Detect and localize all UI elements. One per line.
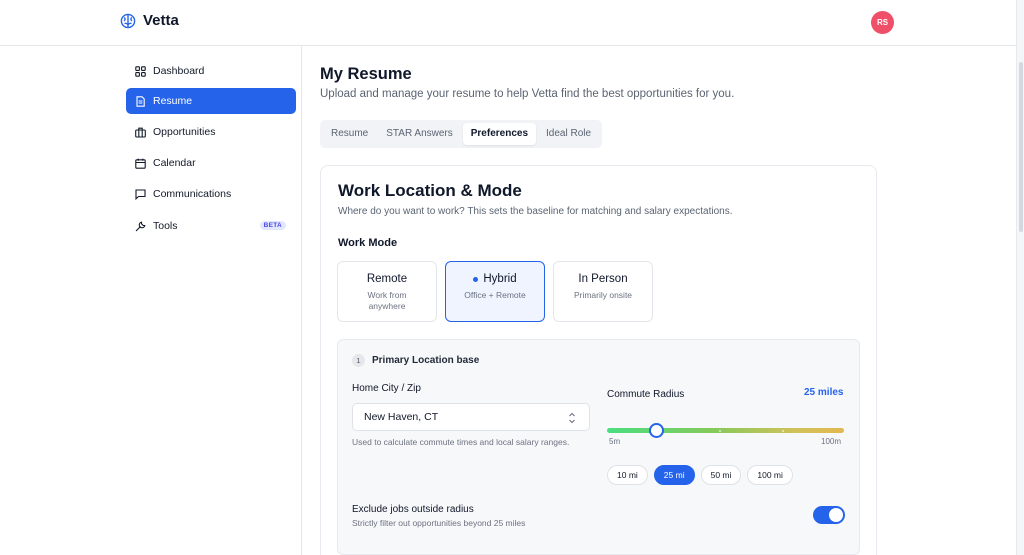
mode-description: Work from anywhere: [367, 290, 407, 311]
sidebar-item-resume[interactable]: Resume: [126, 88, 296, 114]
radius-preset-25[interactable]: 25 mi: [653, 465, 695, 485]
brain-logo-icon: [120, 13, 136, 29]
mode-title: Remote: [366, 273, 408, 285]
tab-preferences[interactable]: Preferences: [462, 123, 537, 145]
scrollbar-thumb[interactable]: [1019, 62, 1023, 232]
home-city-value: New Haven, CT: [364, 411, 439, 423]
commute-radius-slider[interactable]: [607, 423, 844, 438]
mode-description: Office + Remote: [464, 290, 526, 300]
sidebar-item-label: Resume: [153, 95, 193, 107]
radius-preset-10[interactable]: 10 mi: [607, 465, 648, 485]
slider-max-label: 100m: [821, 437, 842, 446]
radius-preset-100[interactable]: 100 mi: [747, 465, 793, 485]
sidebar-item-tools[interactable]: Tools BETA: [126, 213, 296, 239]
tab-star-answers[interactable]: STAR Answers: [378, 123, 461, 145]
work-mode-label: Work Mode: [338, 237, 398, 249]
radius-preset-50[interactable]: 50 mi: [700, 465, 742, 485]
beta-badge: BETA: [259, 221, 286, 230]
sidebar-item-opportunities[interactable]: Opportunities: [126, 119, 296, 145]
mode-description: Primarily onsite: [573, 290, 633, 300]
top-bar: Vetta RS: [0, 0, 1024, 46]
work-mode-remote[interactable]: Remote Work from anywhere: [337, 261, 437, 322]
radius-presets: 10 mi 25 mi 50 mi 100 mi: [607, 465, 793, 485]
home-city-label: Home City / Zip: [352, 383, 421, 394]
calendar-icon: [135, 158, 146, 169]
brand[interactable]: Vetta: [120, 12, 179, 29]
exclude-outside-radius-toggle[interactable]: [813, 506, 845, 524]
slider-tick: [782, 429, 784, 432]
selected-dot-icon: [473, 276, 479, 282]
wrench-icon: [135, 221, 146, 232]
mode-title: Hybrid: [483, 273, 517, 285]
commute-radius-value: 25 miles: [804, 387, 844, 398]
home-city-select[interactable]: New Haven, CT: [352, 403, 590, 431]
card-subtitle: Where do you want to work? This sets the…: [338, 206, 733, 217]
brand-name: Vetta: [143, 12, 179, 29]
document-icon: [135, 95, 146, 107]
exclude-outside-radius-label: Exclude jobs outside radius: [352, 504, 474, 515]
chevron-up-down-icon: [567, 411, 577, 425]
grid-icon: [135, 65, 146, 77]
toggle-knob: [829, 508, 843, 522]
sidebar-item-label: Opportunities: [153, 126, 216, 138]
sidebar-item-dashboard[interactable]: Dashboard: [126, 58, 296, 84]
page-subtitle: Upload and manage your resume to help Ve…: [320, 88, 735, 100]
sidebar-item-label: Dashboard: [153, 65, 205, 77]
tab-resume[interactable]: Resume: [323, 123, 376, 145]
exclude-outside-radius-description: Strictly filter out opportunities beyond…: [352, 518, 526, 528]
commute-radius-label: Commute Radius: [607, 389, 685, 400]
work-mode-hybrid[interactable]: Hybrid Office + Remote: [445, 261, 545, 322]
step-number: 1: [352, 354, 365, 367]
user-avatar[interactable]: RS: [871, 11, 894, 34]
card-title: Work Location & Mode: [338, 181, 522, 200]
sidebar-item-communications[interactable]: Communications: [126, 181, 296, 207]
mode-title: In Person: [578, 273, 628, 285]
sidebar-item-label: Communications: [153, 188, 232, 200]
primary-location-title: Primary Location base: [372, 355, 480, 366]
page-title: My Resume: [320, 65, 412, 83]
chat-icon: [135, 188, 146, 200]
tab-bar: Resume STAR Answers Preferences Ideal Ro…: [320, 120, 603, 148]
work-mode-in-person[interactable]: In Person Primarily onsite: [553, 261, 653, 322]
sidebar-item-calendar[interactable]: Calendar: [126, 150, 296, 176]
sidebar-item-label: Tools: [153, 220, 178, 232]
sidebar: Dashboard Resume Opportunities Calendar …: [0, 46, 302, 555]
scrollbar[interactable]: [1016, 0, 1024, 555]
slider-tick: [719, 429, 721, 432]
slider-min-label: 5m: [609, 437, 621, 446]
home-city-hint: Used to calculate commute times and loca…: [352, 437, 570, 447]
tab-ideal-role[interactable]: Ideal Role: [538, 123, 599, 145]
briefcase-icon: [135, 127, 146, 138]
sidebar-item-label: Calendar: [153, 157, 196, 169]
